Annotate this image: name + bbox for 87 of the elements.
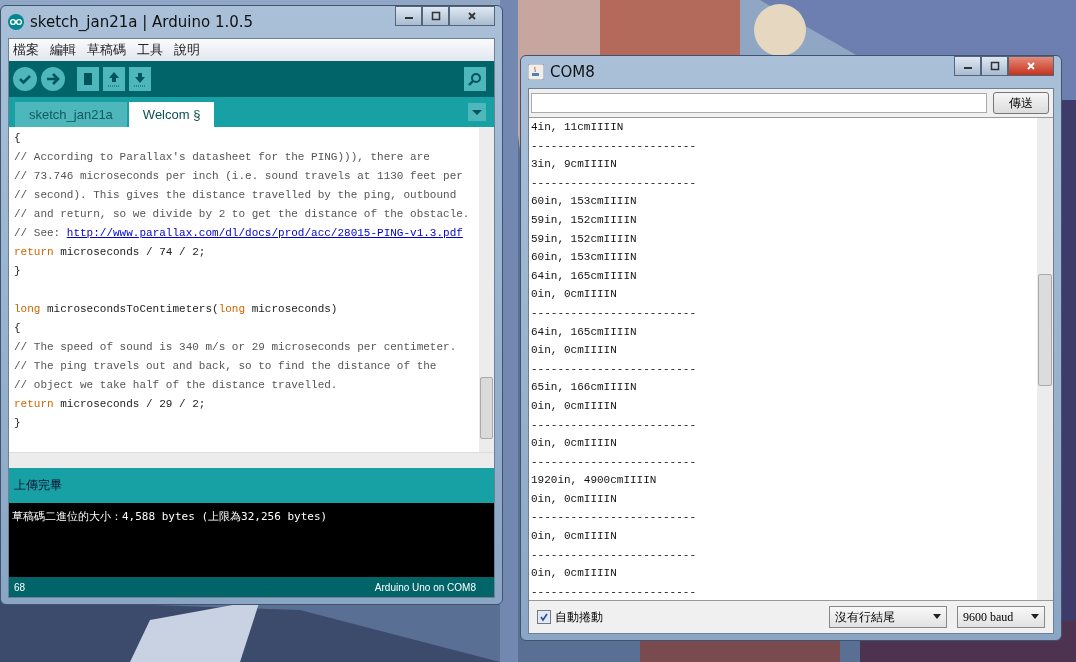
cup-icon xyxy=(528,64,544,80)
serial-output-line: 60in, 153cmIIIIN xyxy=(531,250,638,266)
code-comment: // The ping travels out and back, so to find the distance of the xyxy=(14,360,437,372)
maximize-icon xyxy=(989,61,1000,71)
verify-icon[interactable] xyxy=(13,67,37,91)
code-keyword: long xyxy=(218,303,246,315)
serial-output-line: 0in, 0cmIIIIN xyxy=(531,343,618,359)
code-text: { xyxy=(14,132,21,144)
maximize-button[interactable] xyxy=(422,6,449,26)
serial-output-line: 0in, 0cmIIIIN xyxy=(531,287,618,303)
close-icon xyxy=(467,11,477,21)
code-text: } xyxy=(14,417,21,429)
upload-icon[interactable] xyxy=(41,67,65,91)
menu-item[interactable]: 說明 xyxy=(174,41,200,59)
status-message: 上傳完畢 xyxy=(14,477,62,494)
input-field[interactable] xyxy=(531,93,987,113)
search-icon[interactable] xyxy=(464,67,486,91)
serial-output-line: 59in, 152cmIIIIN xyxy=(531,231,638,247)
scrollbar[interactable] xyxy=(479,127,494,452)
window-title: sketch_jan21a | Arduino 1.0.5 xyxy=(30,13,254,31)
serial-output-line: 64in, 165cmIIIIN xyxy=(531,268,638,284)
serial-output-line: 0in, 0cmIIIIN xyxy=(531,398,618,414)
code-text: microsecondsToCentimeters( xyxy=(46,303,219,315)
maximize-button[interactable] xyxy=(981,56,1008,76)
window-title: COM8 xyxy=(550,63,595,81)
code-comment: // See: xyxy=(14,227,62,239)
serial-output-line: 0in, 0cmIIIIN xyxy=(531,566,618,582)
save-icon[interactable] xyxy=(129,67,151,91)
serial-output-line: ------------------------- xyxy=(531,305,698,321)
serial-output-line: 65in, 166cmIIIIN xyxy=(531,380,638,396)
code-comment: // The speed of sound is 340 m/s or 29 microseconds per centimeter. xyxy=(14,341,457,353)
serial-output-line: ------------------------- xyxy=(531,417,698,433)
serial-output-line: 0in, 0cmIIIIN xyxy=(531,491,618,507)
scrollbar[interactable] xyxy=(1037,118,1053,600)
console-line: 草稿碼二進位的大小：4,588 bytes (上限為32,256 bytes) xyxy=(12,509,329,524)
line-ending-dropdown[interactable]: 沒有行結尾 xyxy=(829,606,947,628)
serial-output-line: ------------------------- xyxy=(531,454,698,470)
code-comment: // 73.746 microseconds per inch (i.e. sound travels at 1130 feet per xyxy=(14,170,463,182)
serial-output-line: 0in, 0cmIIIIN xyxy=(531,529,618,545)
code-comment: // According to Parallax's datasheet for the PING))), there are xyxy=(14,151,430,163)
code-text: { xyxy=(14,322,21,334)
menu-item[interactable]: 草稿碼 xyxy=(87,41,126,59)
infinity-icon xyxy=(8,14,24,30)
code-keyword: long xyxy=(14,303,41,315)
code-comment: // second). This gives the distance travelled by the ping, outbound xyxy=(14,189,457,201)
serial-output-line: 60in, 153cmIIIIN xyxy=(531,194,638,210)
scrollbar[interactable] xyxy=(9,452,494,468)
code-keyword: return xyxy=(14,246,54,258)
serial-output-line: ------------------------- xyxy=(531,361,698,377)
menu-item[interactable]: 工具 xyxy=(137,41,163,59)
baud-rate-dropdown[interactable]: 9600 baud xyxy=(957,606,1045,628)
serial-output-line: 59in, 152cmIIIIN xyxy=(531,212,638,228)
serial-output-line: ------------------------- xyxy=(531,584,698,600)
menu-item[interactable]: 編輯 xyxy=(50,41,76,59)
editor-tab[interactable]: Welcom § xyxy=(128,102,215,127)
maximize-icon xyxy=(430,11,441,21)
code-text: } xyxy=(14,265,21,277)
open-icon[interactable] xyxy=(103,67,125,91)
close-button[interactable] xyxy=(1008,56,1054,76)
send-button[interactable]: 傳送 xyxy=(993,92,1049,114)
close-icon xyxy=(1026,61,1036,71)
serial-output-line: ------------------------- xyxy=(531,547,698,563)
serial-output-line: 3in, 9cmIIIIN xyxy=(531,157,618,173)
serial-output-line: ------------------------- xyxy=(531,510,698,526)
serial-output-line: 1920in, 4900cmIIIIN xyxy=(531,473,658,489)
serial-output-line: ------------------------- xyxy=(531,175,698,191)
check-icon xyxy=(539,612,549,622)
code-comment: // and return, so we divide by 2 to get the distance of the obstacle. xyxy=(14,208,470,220)
code-text: microseconds) xyxy=(250,303,338,315)
code-text: microseconds / 74 / 2; xyxy=(59,246,206,258)
code-text: microseconds / 29 / 2; xyxy=(59,398,206,410)
close-button[interactable] xyxy=(449,6,495,26)
minimize-button[interactable] xyxy=(954,56,981,76)
serial-output-line: 0in, 0cmIIIIN xyxy=(531,436,618,452)
menu-item[interactable]: 檔案 xyxy=(13,41,39,59)
serial-output-line: 64in, 165cmIIIIN xyxy=(531,324,638,340)
code-link[interactable]: http://www.parallax.com/dl/docs/prod/acc/28015-PING-v1.3.pdf xyxy=(66,227,463,239)
serial-output-line: ------------------------- xyxy=(531,138,698,154)
dropdown-icon[interactable] xyxy=(468,103,486,121)
line-number: 68 xyxy=(14,581,26,593)
minimize-button[interactable] xyxy=(395,6,422,26)
autoscroll-checkbox[interactable]: 自動捲動 xyxy=(537,608,603,626)
board-label: Arduino Uno on COM8 xyxy=(374,581,476,593)
serial-output-line: 4in, 11cmIIIIN xyxy=(531,120,625,135)
code-keyword: return xyxy=(14,398,54,410)
code-comment: // object we take half of the distance travelled. xyxy=(14,379,338,391)
new-file-icon[interactable] xyxy=(77,67,99,91)
